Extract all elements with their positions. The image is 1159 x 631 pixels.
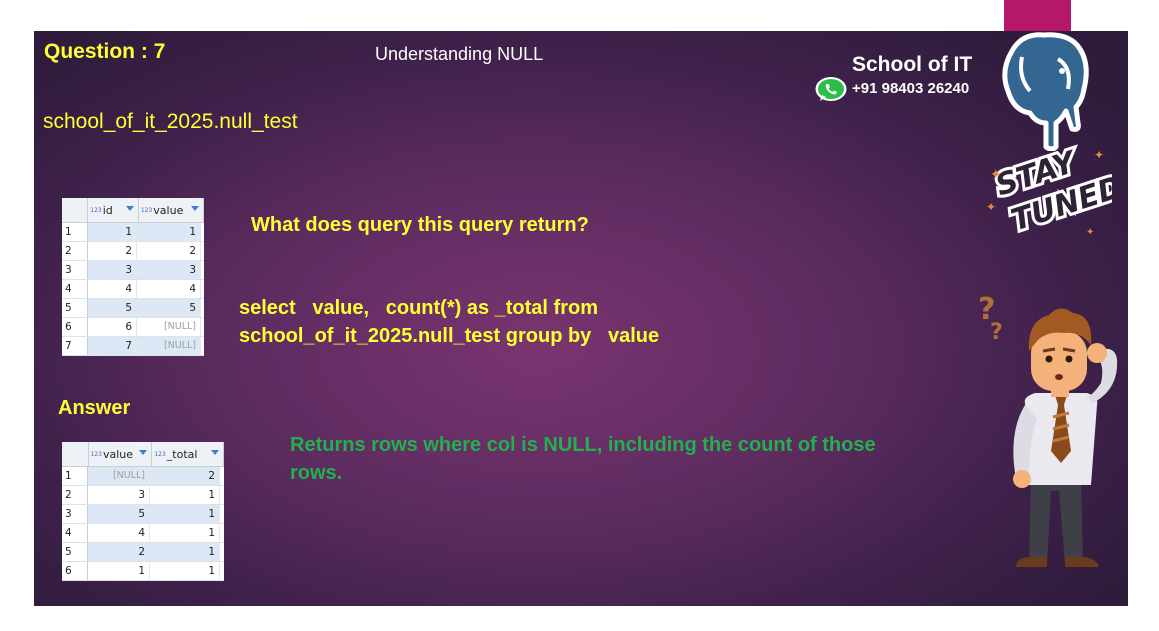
sql-query: select value, count(*) as _total from sch… xyxy=(239,297,660,347)
table-row[interactable]: 351 xyxy=(62,505,224,524)
numeric-type-icon: 123 xyxy=(90,450,102,458)
table-row[interactable]: 333 xyxy=(62,261,204,280)
source-table-header: 123 id 123 value xyxy=(62,198,204,223)
numeric-type-icon: 123 xyxy=(140,206,153,214)
table-row[interactable]: 222 xyxy=(62,242,204,261)
brand-name: School of IT xyxy=(852,53,973,76)
column-dropdown-icon[interactable] xyxy=(125,206,134,211)
table-row[interactable]: 441 xyxy=(62,524,224,543)
slide-topic: Understanding NULL xyxy=(375,44,544,64)
answer-text: Returns rows where col is NULL, includin… xyxy=(290,434,876,484)
numeric-type-icon: 123 xyxy=(154,450,166,458)
table-row[interactable]: 111 xyxy=(62,223,204,242)
source-table: 123 id 123 value 111 222 333 444 555 6 6 [NU… xyxy=(62,198,204,356)
question-text: What does query this query return? xyxy=(251,214,589,236)
table-name: school_of_it_2025.null_test xyxy=(43,110,298,133)
numeric-type-icon: 123 xyxy=(90,206,102,214)
column-dropdown-icon[interactable] xyxy=(211,450,219,455)
svg-text:✦: ✦ xyxy=(1094,148,1104,162)
confused-man-illustration xyxy=(1013,308,1118,567)
brand-phone: +91 98403 26240 xyxy=(852,80,970,97)
whatsapp-icon xyxy=(815,77,847,101)
result-table: 123 value 123 _total 1 [NULL] 2 231 351 441 … xyxy=(62,442,224,581)
svg-text:✦: ✦ xyxy=(990,167,1002,183)
table-row[interactable]: 6 6 [NULL] xyxy=(62,318,204,337)
column-header-value[interactable]: 123 value xyxy=(89,442,153,466)
table-row[interactable]: 444 xyxy=(62,280,204,299)
stay-tuned-badge: STAY TUNED ✦ ✦ ✦ ✦ xyxy=(986,141,1112,239)
column-header-id[interactable]: 123 id xyxy=(88,198,139,222)
svg-text:✦: ✦ xyxy=(986,200,996,214)
table-row[interactable]: 1 [NULL] 2 xyxy=(62,467,224,486)
column-dropdown-icon[interactable] xyxy=(139,450,148,455)
slide: Question : 7 Understanding NULL school_o… xyxy=(34,31,1128,606)
question-number: Question : 7 xyxy=(44,40,166,63)
table-row[interactable]: 611 xyxy=(62,562,224,581)
answer-label: Answer xyxy=(58,397,131,419)
table-row[interactable]: 521 xyxy=(62,543,224,562)
top-magenta-tab xyxy=(1004,0,1071,31)
svg-text:✦: ✦ xyxy=(1086,227,1094,238)
table-row[interactable]: 555 xyxy=(62,299,204,318)
postgresql-elephant-icon xyxy=(1002,32,1089,151)
table-row[interactable]: 7 7 [NULL] xyxy=(62,337,204,356)
table-row[interactable]: 231 xyxy=(62,486,224,505)
column-header-total[interactable]: 123 _total xyxy=(152,442,224,466)
column-header-value[interactable]: 123 value xyxy=(139,198,204,222)
column-dropdown-icon[interactable] xyxy=(191,206,199,211)
result-table-header: 123 value 123 _total xyxy=(62,442,224,467)
